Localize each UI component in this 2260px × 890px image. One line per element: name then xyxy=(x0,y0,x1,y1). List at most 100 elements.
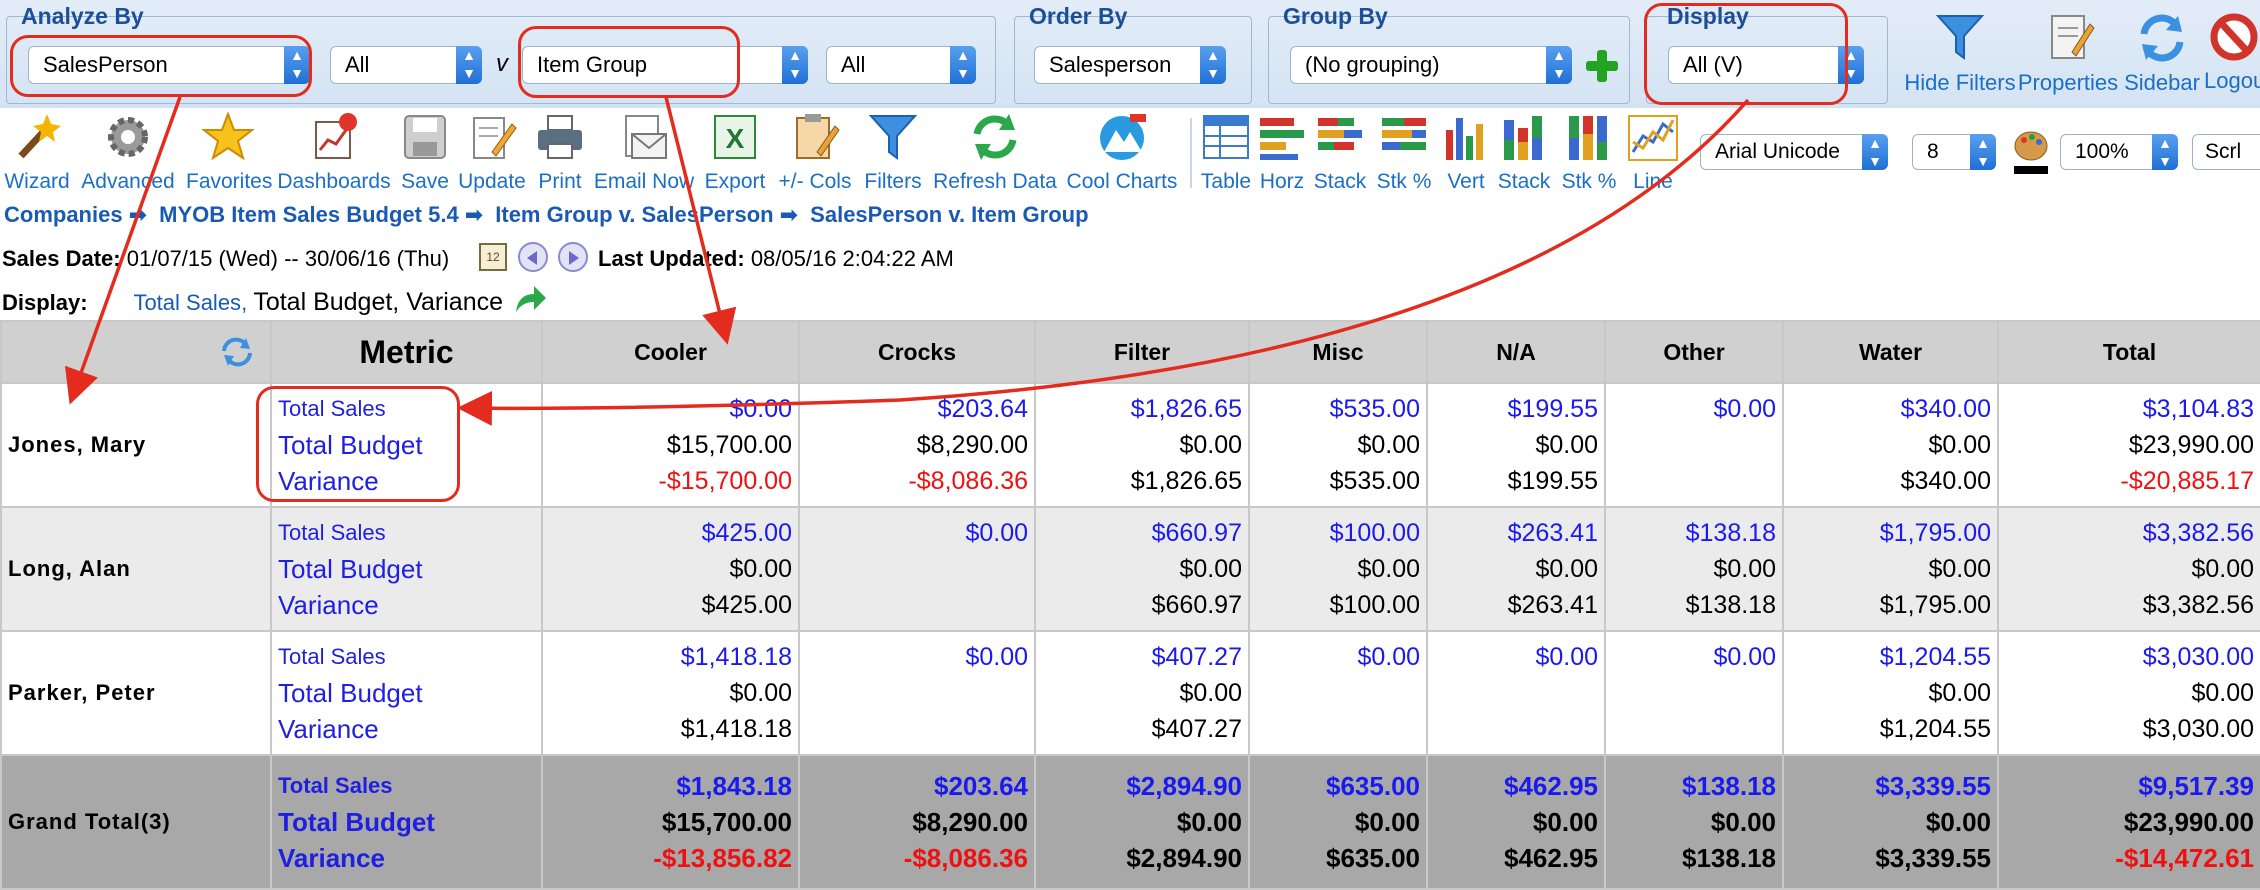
refresh-data-button[interactable]: Refresh Data xyxy=(930,112,1060,194)
variance-value[interactable]: $462.95 xyxy=(1429,840,1598,876)
variance-value[interactable]: $2,894.90 xyxy=(1037,840,1242,876)
sales-value[interactable]: $3,382.56 xyxy=(2000,515,2254,551)
budget-value[interactable]: $0.00 xyxy=(1251,551,1420,587)
sales-value[interactable]: $203.64 xyxy=(801,391,1028,427)
sales-value[interactable]: $3,030.00 xyxy=(2000,639,2254,675)
col-header-metric[interactable]: Metric xyxy=(270,320,543,384)
stack-vert-chart-button[interactable]: Stack xyxy=(1494,112,1554,194)
zoom-select[interactable]: 100% ▲ ▼ xyxy=(2060,134,2178,170)
variance-value[interactable]: $535.00 xyxy=(1251,463,1420,499)
grand-total-label[interactable]: Grand Total(3) xyxy=(0,754,272,890)
sales-value[interactable]: $340.00 xyxy=(1785,391,1991,427)
group-by-select[interactable]: (No grouping) ▲ ▼ xyxy=(1290,46,1572,84)
sales-value[interactable]: $0.00 xyxy=(1251,639,1420,675)
col-header-crocks[interactable]: Crocks xyxy=(798,320,1036,384)
variance-value[interactable] xyxy=(1251,711,1420,747)
breadcrumb-item[interactable]: SalesPerson v. Item Group xyxy=(810,202,1088,227)
budget-value[interactable] xyxy=(1607,427,1776,463)
sales-value[interactable]: $407.27 xyxy=(1037,639,1242,675)
metric-total-sales[interactable]: Total Sales xyxy=(278,515,540,551)
sales-value[interactable]: $660.97 xyxy=(1037,515,1242,551)
variance-value[interactable]: -$8,086.36 xyxy=(801,840,1028,876)
sales-value[interactable]: $203.64 xyxy=(801,768,1028,804)
export-button[interactable]: X Export xyxy=(700,112,770,194)
variance-value[interactable]: $1,418.18 xyxy=(544,711,792,747)
sales-value[interactable]: $2,894.90 xyxy=(1037,768,1242,804)
sales-value[interactable]: $3,339.55 xyxy=(1785,768,1991,804)
font-size-select[interactable]: 8 ▲ ▼ xyxy=(1912,134,1996,170)
budget-value[interactable]: $8,290.00 xyxy=(801,804,1028,840)
sales-value[interactable]: $1,843.18 xyxy=(544,768,792,804)
stk-pct-chart-button[interactable]: Stk % xyxy=(1372,112,1436,194)
font-select[interactable]: Arial Unicode ▲ ▼ xyxy=(1700,134,1888,170)
sales-value[interactable]: $138.18 xyxy=(1607,768,1776,804)
variance-value[interactable] xyxy=(801,587,1028,623)
col-header-water[interactable]: Water xyxy=(1782,320,1999,384)
col-header-other[interactable]: Other xyxy=(1604,320,1784,384)
display-total-sales-link[interactable]: Total Sales xyxy=(133,290,241,315)
budget-value[interactable] xyxy=(1251,675,1420,711)
budget-value[interactable]: $15,700.00 xyxy=(544,427,792,463)
sales-value[interactable]: $462.95 xyxy=(1429,768,1598,804)
col-header-total[interactable]: Total xyxy=(1997,320,2260,384)
item-group-filter-select[interactable]: All ▲ ▼ xyxy=(826,46,976,84)
variance-value[interactable]: $1,826.65 xyxy=(1037,463,1242,499)
budget-value[interactable] xyxy=(801,551,1028,587)
budget-value[interactable]: $0.00 xyxy=(1607,551,1776,587)
email-now-button[interactable]: Email Now xyxy=(592,112,696,194)
variance-value[interactable] xyxy=(801,711,1028,747)
col-header-misc[interactable]: Misc xyxy=(1248,320,1428,384)
variance-value[interactable]: $1,204.55 xyxy=(1785,711,1991,747)
budget-value[interactable]: $0.00 xyxy=(1607,804,1776,840)
horz-chart-button[interactable]: Horz xyxy=(1256,112,1308,194)
sales-value[interactable]: $635.00 xyxy=(1251,768,1420,804)
budget-value[interactable]: $0.00 xyxy=(1429,551,1598,587)
vert-chart-button[interactable]: Vert xyxy=(1440,112,1492,194)
swap-axes-icon[interactable] xyxy=(220,337,254,367)
metric-variance[interactable]: Variance xyxy=(278,840,540,876)
budget-value[interactable] xyxy=(1607,675,1776,711)
sales-value[interactable]: $1,204.55 xyxy=(1785,639,1991,675)
col-header-cooler[interactable]: Cooler xyxy=(541,320,800,384)
variance-value[interactable] xyxy=(1607,463,1776,499)
salesperson-name[interactable]: Long, Alan xyxy=(0,506,272,632)
hide-filters-button[interactable]: Hide Filters xyxy=(1898,12,2022,96)
sales-value[interactable]: $100.00 xyxy=(1251,515,1420,551)
variance-value[interactable]: $138.18 xyxy=(1607,840,1776,876)
budget-value[interactable] xyxy=(1429,675,1598,711)
variance-value[interactable]: $3,382.56 xyxy=(2000,587,2254,623)
dashboards-button[interactable]: Dashboards xyxy=(276,112,392,194)
sales-value[interactable]: $425.00 xyxy=(544,515,792,551)
update-button[interactable]: Update xyxy=(456,112,528,194)
breadcrumb-item[interactable]: MYOB Item Sales Budget 5.4 xyxy=(159,202,459,227)
budget-value[interactable]: $8,290.00 xyxy=(801,427,1028,463)
variance-value[interactable]: $660.97 xyxy=(1037,587,1242,623)
variance-value[interactable]: $425.00 xyxy=(544,587,792,623)
breadcrumb-item[interactable]: Item Group v. SalesPerson xyxy=(495,202,773,227)
sales-value[interactable]: $0.00 xyxy=(1429,639,1598,675)
budget-value[interactable] xyxy=(801,675,1028,711)
sales-value[interactable]: $199.55 xyxy=(1429,391,1598,427)
add-remove-cols-button[interactable]: +/- Cols xyxy=(774,112,856,194)
sales-value[interactable]: $138.18 xyxy=(1607,515,1776,551)
stack-chart-button[interactable]: Stack xyxy=(1310,112,1370,194)
sales-value[interactable]: $263.41 xyxy=(1429,515,1598,551)
properties-button[interactable]: Properties xyxy=(2016,12,2120,96)
sales-value[interactable]: $0.00 xyxy=(801,515,1028,551)
variance-value[interactable]: $340.00 xyxy=(1785,463,1991,499)
budget-value[interactable]: $0.00 xyxy=(1037,804,1242,840)
variance-value[interactable]: -$8,086.36 xyxy=(801,463,1028,499)
line-chart-button[interactable]: Line xyxy=(1626,112,1680,194)
salesperson-filter-select[interactable]: All ▲ ▼ xyxy=(330,46,482,84)
sales-value[interactable]: $1,826.65 xyxy=(1037,391,1242,427)
sales-value[interactable]: $3,104.83 xyxy=(2000,391,2254,427)
table-view-button[interactable]: Table xyxy=(1196,112,1256,194)
metric-variance[interactable]: Variance xyxy=(278,711,540,747)
variance-value[interactable]: $138.18 xyxy=(1607,587,1776,623)
budget-value[interactable]: $0.00 xyxy=(544,551,792,587)
variance-value[interactable] xyxy=(1607,711,1776,747)
sales-value[interactable]: $1,795.00 xyxy=(1785,515,1991,551)
cool-charts-button[interactable]: Cool Charts xyxy=(1064,112,1180,194)
next-period-icon[interactable] xyxy=(558,242,588,272)
sales-value[interactable]: $535.00 xyxy=(1251,391,1420,427)
